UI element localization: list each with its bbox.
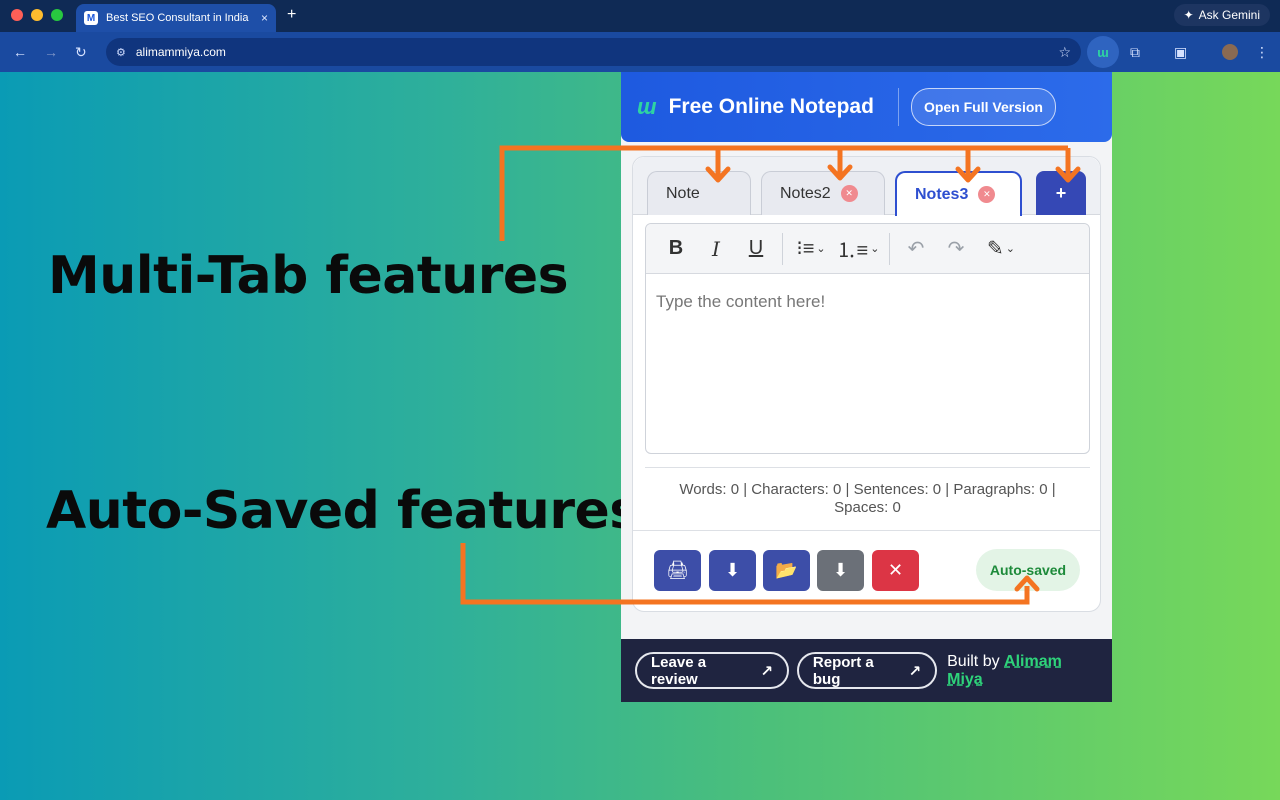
- external-link-icon: ↗: [760, 662, 773, 680]
- bullet-list-icon[interactable]: ⁝≡ ⌄: [789, 232, 833, 266]
- new-tab-button[interactable]: +: [287, 6, 296, 24]
- tab-label: Notes3: [915, 185, 969, 203]
- profile-avatar[interactable]: [1222, 44, 1238, 60]
- undo-icon[interactable]: ↶: [896, 232, 936, 266]
- download-button[interactable]: ⬇: [709, 550, 756, 591]
- extensions-puzzle-icon[interactable]: ⧉: [1130, 44, 1140, 61]
- underline-button[interactable]: U: [736, 232, 776, 266]
- site-favicon-icon: M: [84, 11, 98, 25]
- browser-toolbar: ← → ↻ ⚙ alimammiya.com ☆ ɯ ⧉ ▣ ⋮: [0, 32, 1280, 72]
- auto-saved-badge: Auto-saved: [976, 549, 1080, 591]
- address-url: alimammiya.com: [135, 45, 226, 59]
- header-divider: [897, 88, 899, 126]
- italic-button[interactable]: I: [696, 232, 736, 266]
- redo-icon[interactable]: ↷: [936, 232, 976, 266]
- maximize-window-button[interactable]: [51, 9, 63, 21]
- forward-arrow-icon[interactable]: →: [44, 44, 58, 60]
- promo-auto-saved: Auto-Saved features: [46, 481, 640, 541]
- popup-title: Free Online Notepad: [668, 95, 874, 118]
- export-button[interactable]: ⬇: [817, 550, 864, 591]
- text-stats: Words: 0 | Characters: 0 | Sentences: 0 …: [645, 481, 1090, 517]
- tab-notes2[interactable]: Notes2 ✕: [761, 171, 885, 215]
- menu-dots-icon[interactable]: ⋮: [1255, 44, 1269, 61]
- built-by-text: Built by Alimam Miya: [947, 653, 1098, 689]
- editor-toolbar: B I U ⁝≡ ⌄ ⒈≡ ⌄ ↶ ↷ ✎ ⌄: [646, 224, 1089, 274]
- tab-label: Note: [666, 184, 700, 202]
- leave-review-button[interactable]: Leave a review ↗: [635, 652, 789, 689]
- address-bar[interactable]: ⚙ alimammiya.com ☆: [106, 38, 1081, 66]
- clear-button[interactable]: ✕: [872, 550, 919, 591]
- report-bug-button[interactable]: Report a bug ↗: [796, 652, 938, 689]
- close-window-button[interactable]: [11, 9, 23, 21]
- numbered-list-icon[interactable]: ⒈≡ ⌄: [833, 232, 883, 266]
- bold-button[interactable]: B: [656, 232, 696, 266]
- side-panel-icon[interactable]: ▣: [1174, 44, 1187, 61]
- external-link-icon: ↗: [908, 662, 922, 680]
- bookmark-star-icon[interactable]: ☆: [1058, 44, 1071, 61]
- stats-line-1: Words: 0 | Characters: 0 | Sentences: 0 …: [679, 481, 1056, 498]
- browser-titlebar: M Best SEO Consultant in India × + ✦ Ask…: [0, 0, 1280, 32]
- gemini-sparkle-icon: ✦: [1183, 8, 1194, 22]
- back-arrow-icon[interactable]: ←: [13, 44, 27, 60]
- notepad-extension-icon[interactable]: ɯ: [1087, 36, 1119, 68]
- tab-note[interactable]: Note: [647, 171, 751, 215]
- site-info-icon[interactable]: ⚙: [116, 46, 126, 59]
- built-by-label: Built by: [947, 652, 1000, 670]
- notepad-logo-icon: ɯ: [637, 94, 657, 119]
- actions-divider: [633, 530, 1100, 531]
- notepad-popup: ɯ Free Online Notepad Open Full Version …: [621, 72, 1112, 702]
- close-tab-icon[interactable]: ✕: [978, 186, 996, 203]
- browser-tab-title: Best SEO Consultant in India: [106, 12, 249, 24]
- add-tab-button[interactable]: +: [1036, 171, 1086, 215]
- stats-divider: [645, 467, 1090, 468]
- toolbar-divider: [889, 232, 890, 265]
- note-tabs: Note Notes2 ✕ Notes3 ✕ +: [633, 157, 1100, 216]
- browser-tab[interactable]: M Best SEO Consultant in India ×: [76, 4, 276, 32]
- rich-text-editor: B I U ⁝≡ ⌄ ⒈≡ ⌄ ↶ ↷ ✎ ⌄ Type the content he…: [645, 223, 1090, 454]
- stats-line-2: Spaces: 0: [834, 499, 901, 516]
- tab-close-icon[interactable]: ×: [261, 11, 268, 25]
- open-full-version-button[interactable]: Open Full Version: [910, 88, 1056, 126]
- notepad-card: Note Notes2 ✕ Notes3 ✕ + B I U ⁝≡ ⌄ ⒈≡ ⌄ ↶: [632, 156, 1101, 612]
- popup-header: ɯ Free Online Notepad Open Full Version: [621, 72, 1112, 142]
- tab-label: Notes2: [780, 184, 831, 202]
- ask-gemini-label: Ask Gemini: [1198, 8, 1260, 22]
- open-file-button[interactable]: 📂: [763, 550, 810, 591]
- reload-icon[interactable]: ↻: [75, 44, 87, 61]
- toolbar-divider: [782, 232, 783, 265]
- popup-footer: Leave a review ↗ Report a bug ↗ Built by…: [621, 639, 1112, 702]
- tab-notes3[interactable]: Notes3 ✕: [895, 171, 1022, 216]
- editor-content[interactable]: Type the content here!: [646, 274, 1089, 330]
- leave-review-label: Leave a review: [651, 653, 707, 688]
- highlight-icon[interactable]: ✎ ⌄: [976, 232, 1026, 266]
- promo-multi-tab: Multi-Tab features: [48, 246, 569, 306]
- report-bug-label: Report a bug: [812, 653, 874, 688]
- ask-gemini-button[interactable]: ✦ Ask Gemini: [1173, 4, 1270, 26]
- close-tab-icon[interactable]: ✕: [840, 185, 858, 202]
- minimize-window-button[interactable]: [31, 9, 43, 21]
- print-button[interactable]: 🖨: [654, 550, 701, 591]
